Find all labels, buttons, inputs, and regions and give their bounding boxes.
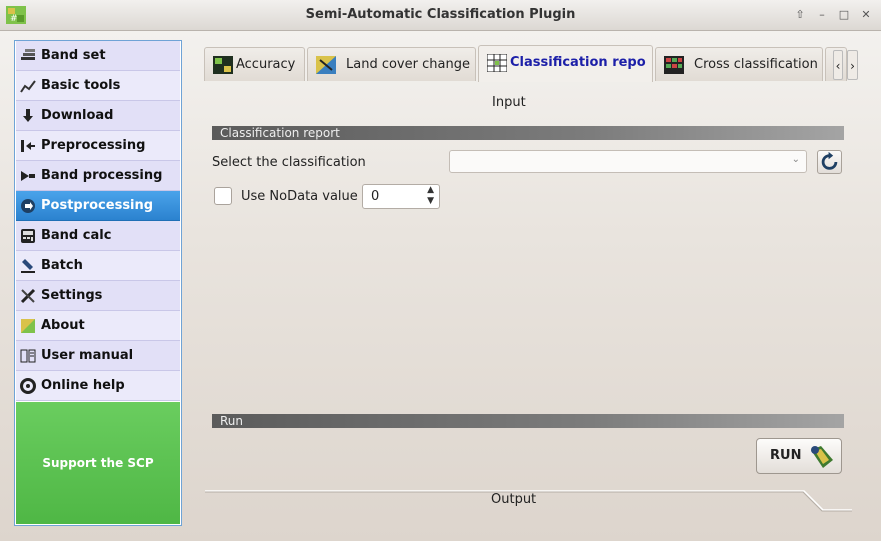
sidebar-item-label: About bbox=[41, 318, 85, 333]
tab-scroll-left-icon[interactable]: ‹ bbox=[833, 50, 843, 80]
window-title: Semi-Automatic Classification Plugin bbox=[305, 7, 576, 22]
classification-report-group-bar: Classification report bbox=[212, 126, 844, 140]
sidebar-item-online-help[interactable]: Online help bbox=[16, 371, 180, 401]
chevron-down-icon[interactable]: ▼ bbox=[427, 196, 434, 206]
postprocessing-icon bbox=[21, 199, 35, 213]
sidebar-item-preprocessing[interactable]: Preprocessing bbox=[16, 131, 180, 161]
sidebar-item-label: Band processing bbox=[41, 168, 163, 183]
cross-classification-icon bbox=[664, 56, 684, 74]
sidebar-item-settings[interactable]: Settings bbox=[16, 281, 180, 311]
refresh-icon bbox=[821, 151, 838, 170]
sidebar-item-band-processing[interactable]: Band processing bbox=[16, 161, 180, 191]
sidebar-item-band-calc[interactable]: Band calc bbox=[16, 221, 180, 251]
preprocessing-icon bbox=[21, 140, 35, 152]
sidebar-item-postprocessing[interactable]: Postprocessing bbox=[16, 191, 180, 221]
close-icon[interactable]: ✕ bbox=[858, 7, 874, 23]
sidebar-item-band-set[interactable]: Band set bbox=[16, 41, 180, 71]
sidebar-item-label: Basic tools bbox=[41, 78, 121, 93]
sidebar-item-download-products[interactable]: Download products bbox=[16, 101, 180, 152]
run-button-label: RUN bbox=[770, 448, 802, 463]
sidebar-item-label: Settings bbox=[41, 288, 103, 303]
tab-scroll-right-icon[interactable]: › bbox=[847, 50, 858, 80]
land-cover-change-icon bbox=[316, 56, 336, 74]
sidebar-item-label: Band calc bbox=[41, 228, 112, 243]
classification-select[interactable]: ⌄ bbox=[449, 150, 807, 173]
sidebar-item-about[interactable]: About bbox=[16, 311, 180, 341]
band-set-icon bbox=[21, 49, 35, 60]
chevron-down-icon: ⌄ bbox=[791, 154, 800, 165]
run-icon bbox=[811, 446, 833, 468]
tab-label: Land cover change bbox=[346, 57, 470, 72]
input-heading: Input bbox=[492, 95, 526, 110]
band-processing-icon bbox=[21, 171, 35, 181]
use-nodata-checkbox[interactable] bbox=[214, 187, 232, 205]
tab-label: Classification report bbox=[510, 55, 646, 70]
tab-classification-report[interactable]: Classification report bbox=[478, 45, 653, 82]
settings-icon bbox=[20, 288, 36, 304]
run-group-bar: Run bbox=[212, 414, 844, 428]
classification-report-icon bbox=[487, 54, 507, 72]
nodata-value: 0 bbox=[371, 189, 380, 204]
chevron-up-icon[interactable]: ▲ bbox=[427, 185, 434, 195]
sidebar-item-label: Preprocessing bbox=[41, 138, 146, 153]
accuracy-icon bbox=[213, 56, 233, 74]
maximize-icon[interactable]: □ bbox=[836, 7, 852, 23]
band-calc-icon bbox=[21, 229, 35, 243]
use-nodata-label: Use NoData value bbox=[241, 189, 358, 204]
title-bar: # Semi-Automatic Classification Plugin ⇧… bbox=[0, 0, 881, 31]
sidebar: Band set Basic tools Download products P… bbox=[14, 40, 182, 526]
sidebar-item-basic-tools[interactable]: Basic tools bbox=[16, 71, 180, 101]
tab-land-cover-change[interactable]: Land cover change bbox=[307, 47, 476, 81]
nodata-value-stepper[interactable]: 0 ▲ ▼ bbox=[362, 184, 440, 209]
tab-cross-classification[interactable]: Cross classification bbox=[655, 47, 823, 81]
refresh-button[interactable] bbox=[817, 150, 842, 174]
output-tab-outline bbox=[205, 490, 852, 512]
minimize-icon[interactable]: – bbox=[814, 7, 830, 23]
sidebar-item-user-manual[interactable]: User manual bbox=[16, 341, 180, 371]
batch-icon bbox=[21, 259, 35, 273]
select-classification-label: Select the classification bbox=[212, 155, 366, 170]
about-icon bbox=[21, 319, 35, 333]
output-heading: Output bbox=[491, 492, 537, 507]
sidebar-item-label: Postprocessing bbox=[41, 198, 154, 213]
sidebar-item-label: User manual bbox=[41, 348, 134, 363]
tab-label: Accuracy bbox=[236, 57, 296, 72]
online-help-icon bbox=[20, 378, 36, 394]
user-manual-icon bbox=[20, 349, 36, 363]
run-button[interactable]: RUN bbox=[756, 438, 842, 474]
sidebar-item-label: Online help bbox=[41, 378, 125, 393]
up-icon[interactable]: ⇧ bbox=[792, 7, 808, 23]
sidebar-item-label: Band set bbox=[41, 48, 106, 63]
sidebar-item-batch[interactable]: Batch bbox=[16, 251, 180, 281]
download-icon bbox=[23, 109, 33, 122]
tab-accuracy[interactable]: Accuracy bbox=[204, 47, 305, 81]
basic-tools-icon bbox=[20, 80, 36, 93]
tab-label: Cross classification bbox=[694, 57, 818, 72]
sidebar-item-label: Batch bbox=[41, 258, 83, 273]
